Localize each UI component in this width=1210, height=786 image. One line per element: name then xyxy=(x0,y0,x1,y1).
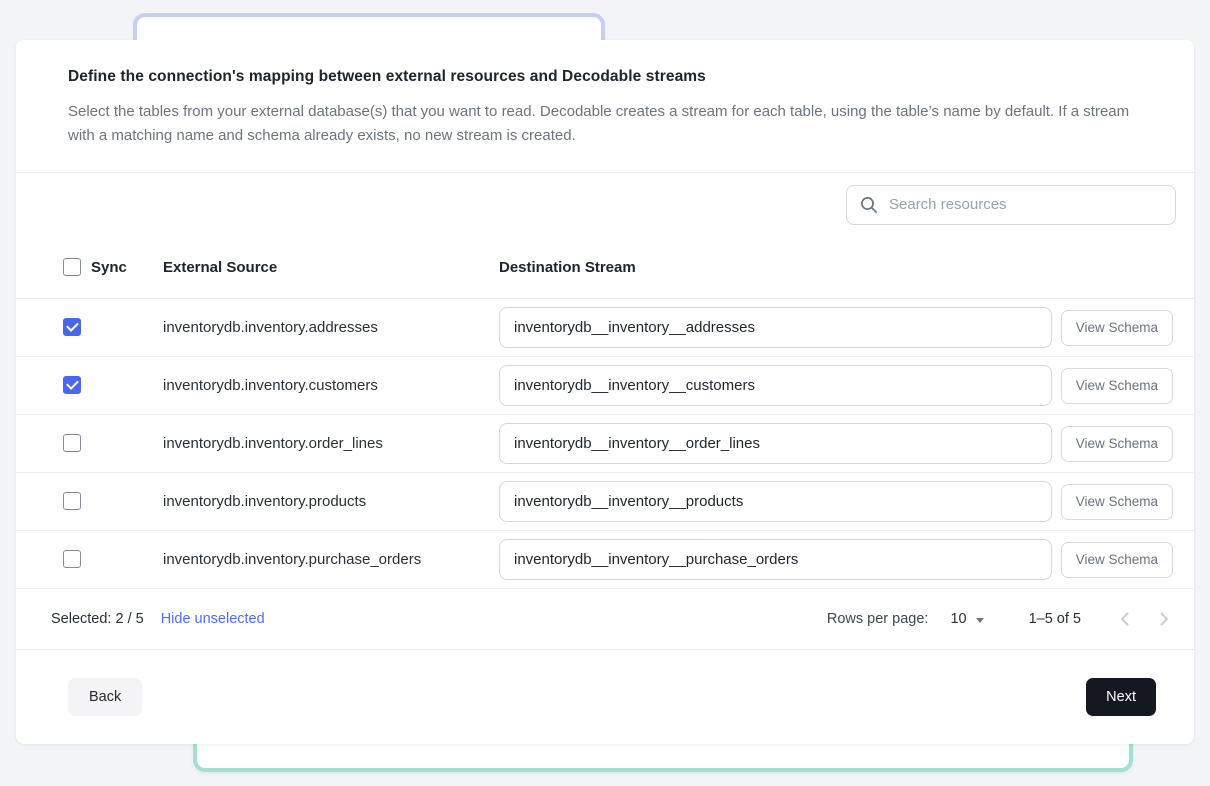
page-title: Define the connection's mapping between … xyxy=(68,68,1142,86)
search-row xyxy=(16,173,1194,236)
column-header-external-source: External Source xyxy=(163,259,499,276)
view-schema-button[interactable]: View Schema xyxy=(1061,310,1173,346)
hide-unselected-link[interactable]: Hide unselected xyxy=(161,611,265,627)
resource-mapping-dialog: Define the connection's mapping between … xyxy=(16,40,1194,744)
table-footer: Selected: 2 / 5 Hide unselected Rows per… xyxy=(16,589,1194,650)
row-sync-checkbox[interactable] xyxy=(63,318,81,336)
selected-count: Selected: 2 / 5 xyxy=(51,611,144,627)
search-input[interactable] xyxy=(846,185,1176,225)
external-source-label: inventorydb.inventory.order_lines xyxy=(163,435,499,452)
back-button[interactable]: Back xyxy=(68,678,142,716)
previous-page-button[interactable] xyxy=(1111,606,1137,632)
rows-per-page-value: 10 xyxy=(950,611,966,627)
view-schema-button[interactable]: View Schema xyxy=(1061,542,1173,578)
row-sync-checkbox[interactable] xyxy=(63,550,81,568)
search-box xyxy=(846,185,1176,225)
external-source-label: inventorydb.inventory.products xyxy=(163,493,499,510)
table-row: inventorydb.inventory.customers View Sch… xyxy=(16,357,1194,415)
table-row: inventorydb.inventory.addresses View Sch… xyxy=(16,299,1194,357)
destination-stream-input[interactable] xyxy=(499,365,1052,406)
column-header-sync: Sync xyxy=(91,259,127,276)
pagination-range: 1–5 of 5 xyxy=(1029,611,1081,627)
view-schema-button[interactable]: View Schema xyxy=(1061,426,1173,462)
next-button[interactable]: Next xyxy=(1086,678,1156,716)
destination-stream-input[interactable] xyxy=(499,423,1052,464)
row-sync-checkbox[interactable] xyxy=(63,434,81,452)
external-source-label: inventorydb.inventory.purchase_orders xyxy=(163,551,499,568)
view-schema-button[interactable]: View Schema xyxy=(1061,368,1173,404)
row-sync-checkbox[interactable] xyxy=(63,376,81,394)
next-page-button[interactable] xyxy=(1151,606,1177,632)
table-row: inventorydb.inventory.purchase_orders Vi… xyxy=(16,531,1194,589)
table-row: inventorydb.inventory.products View Sche… xyxy=(16,473,1194,531)
dialog-header: Define the connection's mapping between … xyxy=(16,40,1194,172)
external-source-label: inventorydb.inventory.addresses xyxy=(163,319,499,336)
destination-stream-input[interactable] xyxy=(499,539,1052,580)
caret-down-icon xyxy=(976,618,984,623)
column-header-destination-stream: Destination Stream xyxy=(499,259,1052,276)
external-source-label: inventorydb.inventory.customers xyxy=(163,377,499,394)
table-row: inventorydb.inventory.order_lines View S… xyxy=(16,415,1194,473)
page-description: Select the tables from your external dat… xyxy=(68,100,1142,148)
dialog-actions: Back Next xyxy=(16,650,1194,744)
view-schema-button[interactable]: View Schema xyxy=(1061,484,1173,520)
destination-stream-input[interactable] xyxy=(499,481,1052,522)
destination-stream-input[interactable] xyxy=(499,307,1052,348)
rows-per-page-select[interactable]: 10 xyxy=(950,611,983,627)
chevron-right-icon xyxy=(1160,612,1169,626)
row-sync-checkbox[interactable] xyxy=(63,492,81,510)
chevron-left-icon xyxy=(1120,612,1129,626)
select-all-checkbox[interactable] xyxy=(63,258,81,276)
rows-per-page-label: Rows per page: xyxy=(827,611,929,627)
table-header: Sync External Source Destination Stream xyxy=(16,236,1194,299)
